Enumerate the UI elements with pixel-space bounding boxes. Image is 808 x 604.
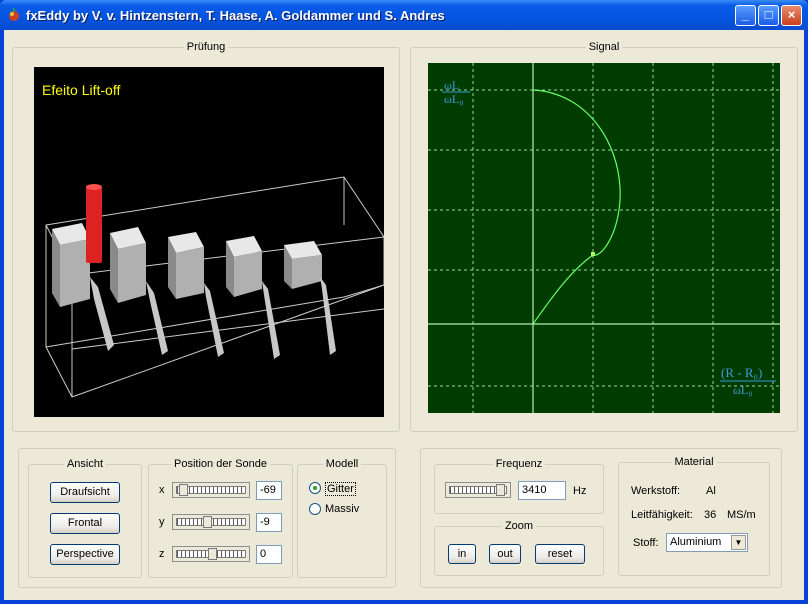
modell-label: Modell — [322, 458, 362, 470]
stoff-label: Stoff: — [633, 537, 659, 549]
y-slider-thumb[interactable] — [203, 516, 212, 528]
plot-axes — [428, 63, 780, 413]
signal-plot[interactable]: ωL ωL₀ (R - R₀) ωL₀ — [428, 63, 780, 413]
title-bar[interactable]: fxEddy by V. v. Hintzenstern, T. Haase, … — [0, 0, 808, 30]
frequenz-input[interactable]: 3410 — [518, 481, 566, 500]
x-input[interactable]: -69 — [256, 481, 282, 500]
y-input[interactable]: -9 — [256, 513, 282, 532]
y-slider[interactable] — [172, 514, 250, 530]
pruefung-label: Prüfung — [183, 41, 229, 53]
signal-point — [591, 252, 595, 256]
werkstoff-label: Werkstoff: — [631, 485, 681, 497]
scene-title: Efeito Lift-off — [42, 82, 120, 98]
defect-block-1 — [52, 223, 114, 351]
chevron-down-icon[interactable]: ▼ — [731, 535, 746, 550]
plot-grid — [428, 63, 780, 413]
app-window: fxEddy by V. v. Hintzenstern, T. Haase, … — [0, 0, 808, 604]
y-axis-label-den: ωL₀ — [444, 92, 463, 106]
y-label: y — [159, 516, 165, 528]
perspective-button[interactable]: Perspective — [50, 544, 120, 565]
frequenz-unit: Hz — [573, 485, 587, 497]
maximize-button[interactable]: □ — [758, 5, 779, 26]
frequenz-slider-thumb[interactable] — [496, 484, 505, 496]
signal-label: Signal — [585, 41, 623, 53]
probe — [86, 184, 102, 263]
leitfaehigkeit-value: 36 — [704, 509, 717, 521]
minimize-button[interactable]: _ — [735, 5, 756, 26]
ansicht-label: Ansicht — [63, 458, 107, 470]
signal-plot-svg: ωL ωL₀ (R - R₀) ωL₀ — [428, 63, 780, 413]
defect-block-3 — [168, 232, 224, 357]
material-label: Material — [671, 456, 717, 468]
massiv-radio[interactable] — [309, 503, 321, 515]
position-label: Position der Sonde — [171, 458, 270, 470]
defect-block-4 — [226, 236, 280, 359]
leitfaehigkeit-label: Leitfähigkeit: — [631, 509, 693, 521]
signal-curve — [532, 89, 621, 325]
x-slider-thumb[interactable] — [179, 484, 188, 496]
3d-view[interactable]: Efeito Lift-off — [34, 67, 385, 417]
draufsicht-button[interactable]: Draufsicht — [50, 482, 120, 503]
zoom-in-button[interactable]: in — [448, 544, 476, 564]
gitter-label[interactable]: Gitter — [325, 482, 356, 496]
x-label: x — [159, 484, 165, 496]
z-slider[interactable] — [172, 546, 250, 562]
frequenz-label: Frequenz — [492, 458, 546, 470]
client-area: Prüfung Efeito Lift-off Signal ωL ωL₀ (R… — [4, 30, 804, 600]
stoff-select[interactable]: Aluminium ▼ — [666, 533, 748, 552]
gitter-radio[interactable] — [309, 482, 321, 494]
y-axis-label-num: ωL — [444, 78, 459, 92]
frontal-button[interactable]: Frontal — [50, 513, 120, 534]
stoff-select-value: Aluminium — [670, 536, 722, 548]
x-axis-label-den: ωL₀ — [733, 383, 752, 397]
zoom-reset-button[interactable]: reset — [535, 544, 585, 564]
zoom-out-button[interactable]: out — [489, 544, 521, 564]
close-button[interactable]: × — [781, 5, 802, 26]
x-axis-label-num: (R - R₀) — [721, 365, 762, 380]
defect-block-5 — [284, 241, 336, 355]
z-label: z — [159, 548, 165, 560]
window-title: fxEddy by V. v. Hintzenstern, T. Haase, … — [26, 8, 445, 23]
werkstoff-value: Al — [706, 485, 716, 497]
x-slider[interactable] — [172, 482, 250, 498]
z-slider-thumb[interactable] — [208, 548, 217, 560]
z-input[interactable]: 0 — [256, 545, 282, 564]
frequenz-slider[interactable] — [445, 482, 511, 498]
defect-block-2 — [110, 227, 168, 355]
app-icon — [9, 8, 19, 21]
massiv-label[interactable]: Massiv — [325, 503, 359, 515]
leitfaehigkeit-unit: MS/m — [727, 509, 756, 521]
3d-scene: Efeito Lift-off — [42, 82, 385, 398]
zoom-label: Zoom — [501, 520, 537, 532]
